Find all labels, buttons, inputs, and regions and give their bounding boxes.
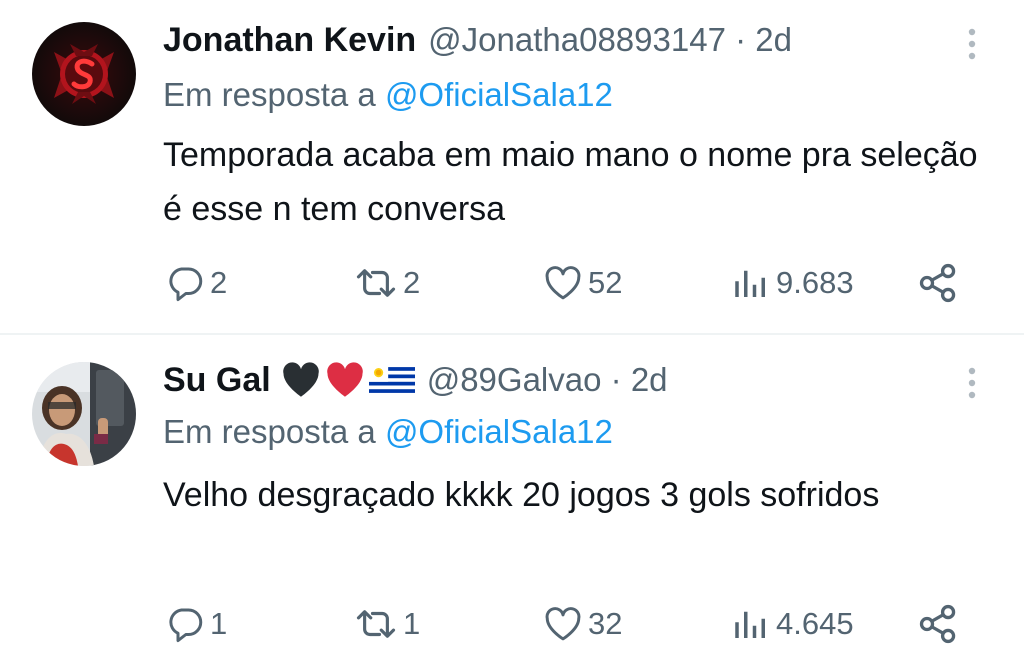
reply-mention-link[interactable]: @OficialSala12	[385, 76, 613, 113]
share-button[interactable]	[916, 600, 960, 648]
retweet-count: 2	[403, 265, 421, 300]
reply-count: 1	[210, 606, 228, 641]
timestamp[interactable]: 2d	[631, 361, 668, 398]
reply-prefix: Em resposta a	[163, 413, 376, 450]
name-emojis	[281, 361, 415, 399]
views-button[interactable]: 9.683	[730, 259, 854, 307]
retweet-button[interactable]: 2	[353, 259, 420, 307]
display-name[interactable]: Su Gal	[163, 361, 271, 400]
uruguay-flag-icon	[368, 363, 415, 397]
more-vertical-icon[interactable]	[962, 24, 982, 64]
reply-mention-link[interactable]: @OficialSala12	[385, 413, 613, 450]
reply-icon	[169, 608, 203, 643]
views-icon	[735, 270, 765, 297]
like-count: 52	[588, 265, 623, 300]
tweet-header: Su Gal @89Galvao · 2d	[163, 358, 668, 402]
reply-button[interactable]: 1	[164, 600, 227, 648]
reply-count: 2	[210, 265, 228, 300]
tweet-text: Velho desgraçado kkkk 20 jogos 3 gols so…	[163, 476, 880, 514]
avatar-logo-image	[32, 22, 136, 126]
reply-context: Em resposta a @OficialSala12	[163, 413, 613, 451]
share-button[interactable]	[916, 259, 960, 307]
action-bar: 2 2 52 9.683	[0, 259, 1024, 307]
like-button[interactable]: 32	[542, 600, 622, 648]
avatar-photo-image	[32, 362, 136, 466]
views-button[interactable]: 4.645	[730, 600, 854, 648]
like-button[interactable]: 52	[542, 259, 622, 307]
separator: ·	[610, 361, 622, 398]
avatar[interactable]	[32, 362, 136, 466]
display-name[interactable]: Jonathan Kevin	[163, 21, 416, 60]
like-count: 32	[588, 606, 623, 641]
handle[interactable]: @Jonatha08893147	[428, 21, 726, 58]
reply-button[interactable]: 2	[164, 259, 227, 307]
tweet-text: Temporada acaba em maio mano o nome pra …	[163, 136, 978, 228]
reply-prefix: Em resposta a	[163, 76, 376, 113]
tweet-reply[interactable]: Su Gal @89Galvao · 2d Em resposta a @Ofi…	[0, 335, 1024, 667]
heart-icon	[545, 266, 581, 300]
share-icon	[919, 604, 956, 644]
retweet-button[interactable]: 1	[353, 600, 420, 648]
views-icon	[735, 611, 765, 638]
tweet-header: Jonathan Kevin @Jonatha08893147 · 2d	[163, 18, 792, 62]
retweet-count: 1	[403, 606, 421, 641]
heart-icon	[545, 607, 581, 641]
black-heart-icon	[282, 362, 319, 397]
share-icon	[919, 263, 956, 303]
red-heart-icon	[326, 362, 363, 397]
views-count: 9.683	[776, 265, 854, 300]
views-count: 4.645	[776, 606, 854, 641]
separator: ·	[735, 21, 747, 58]
avatar[interactable]	[32, 22, 136, 126]
handle[interactable]: @89Galvao	[427, 361, 602, 398]
reply-icon	[169, 267, 203, 302]
action-bar: 1 1 32 4.645	[0, 600, 1024, 648]
retweet-icon	[356, 269, 396, 297]
more-vertical-icon[interactable]	[962, 363, 982, 403]
retweet-icon	[356, 610, 396, 638]
handle-and-time: @Jonatha08893147 · 2d	[428, 21, 792, 59]
handle-and-time: @89Galvao · 2d	[427, 361, 668, 399]
tweet-reply[interactable]: Jonathan Kevin @Jonatha08893147 · 2d Em …	[0, 0, 1024, 333]
timestamp[interactable]: 2d	[755, 21, 792, 58]
reply-context: Em resposta a @OficialSala12	[163, 76, 613, 114]
